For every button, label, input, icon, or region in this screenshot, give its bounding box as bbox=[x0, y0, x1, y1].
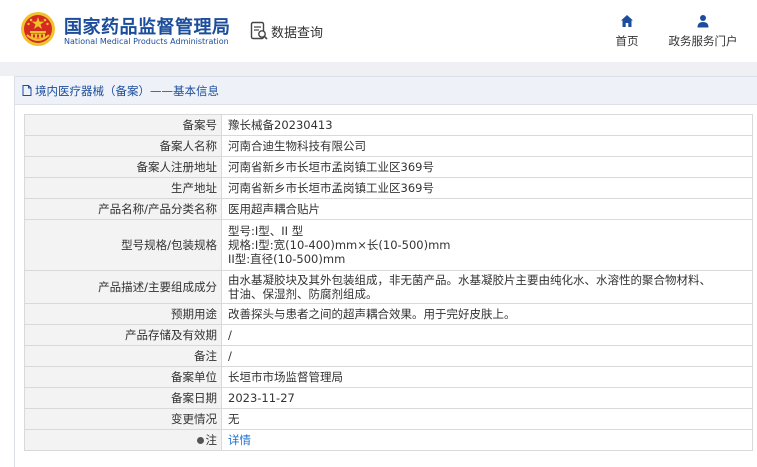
row-label-note: 注 bbox=[24, 429, 222, 451]
model-spec-line: II型:直径(10-500)mm bbox=[228, 252, 346, 266]
table-row: 备案号 豫长械备20230413 bbox=[24, 114, 753, 136]
row-value-description: 由水基凝胶块及其外包装组成，非无菌产品。水基凝胶片主要由纯化水、水溶性的聚合物材… bbox=[221, 270, 753, 304]
site-title: 国家药品监督管理局 bbox=[64, 17, 231, 38]
data-query-link[interactable]: 数据查询 bbox=[250, 20, 323, 42]
row-label-filer-name: 备案人名称 bbox=[24, 135, 222, 157]
row-value-model-spec: 型号:I型、II 型 规格:I型:宽(10-400)mm×长(10-500)mm… bbox=[221, 219, 753, 271]
row-label-changes: 变更情况 bbox=[24, 408, 222, 430]
model-spec-line: 规格:I型:宽(10-400)mm×长(10-500)mm bbox=[228, 238, 451, 252]
row-value-remarks: / bbox=[221, 345, 753, 367]
header-divider bbox=[0, 62, 757, 76]
row-label-product-name: 产品名称/产品分类名称 bbox=[24, 198, 222, 220]
row-value-filer-name: 河南合迪生物科技有限公司 bbox=[221, 135, 753, 157]
row-label-filing-authority: 备案单位 bbox=[24, 366, 222, 388]
row-value-storage-validity: / bbox=[221, 324, 753, 346]
row-value-intended-use: 改善探头与患者之间的超声耦合效果。用于完好皮肤上。 bbox=[221, 303, 753, 325]
site-header: 国家药品监督管理局 National Medical Products Admi… bbox=[0, 0, 757, 62]
model-spec-line: 型号:I型、II 型 bbox=[228, 224, 304, 238]
table-row: 备案人注册地址 河南省新乡市长垣市孟岗镇工业区369号 bbox=[24, 156, 753, 178]
row-label-remarks: 备注 bbox=[24, 345, 222, 367]
description-line: 甘油、保湿剂、防腐剂组成。 bbox=[228, 287, 378, 301]
row-value-record-no: 豫长械备20230413 bbox=[221, 114, 753, 136]
row-value-changes: 无 bbox=[221, 408, 753, 430]
search-document-icon bbox=[250, 21, 268, 40]
table-row: 备案人名称 河南合迪生物科技有限公司 bbox=[24, 135, 753, 157]
nav-gov-portal[interactable]: 政务服务门户 bbox=[664, 14, 742, 49]
dot-icon bbox=[196, 437, 204, 444]
row-value-filing-authority: 长垣市市场监督管理局 bbox=[221, 366, 753, 388]
panel-title-bar: 境内医疗器械（备案）——基本信息 bbox=[15, 77, 757, 105]
table-row: 产品名称/产品分类名称 医用超声耦合贴片 bbox=[24, 198, 753, 220]
data-query-label: 数据查询 bbox=[271, 25, 324, 41]
table-row: 预期用途 改善探头与患者之间的超声耦合效果。用于完好皮肤上。 bbox=[24, 303, 753, 325]
row-label-filing-date: 备案日期 bbox=[24, 387, 222, 409]
table-row: 备案单位 长垣市市场监督管理局 bbox=[24, 366, 753, 388]
table-row: 注 详情 bbox=[24, 429, 753, 451]
nav-home-label: 首页 bbox=[615, 34, 639, 48]
record-table: 备案号 豫长械备20230413 备案人名称 河南合迪生物科技有限公司 备案人注… bbox=[24, 114, 753, 451]
table-row: 产品存储及有效期 / bbox=[24, 324, 753, 346]
row-label-record-no: 备案号 bbox=[24, 114, 222, 136]
details-link[interactable]: 详情 bbox=[228, 433, 251, 447]
row-label-description: 产品描述/主要组成成分 bbox=[24, 270, 222, 304]
note-label: 注 bbox=[205, 433, 218, 447]
description-line: 由水基凝胶块及其外包装组成，非无菌产品。水基凝胶片主要由纯化水、水溶性的聚合物材… bbox=[228, 273, 711, 287]
row-value-registered-address: 河南省新乡市长垣市孟岗镇工业区369号 bbox=[221, 156, 753, 178]
document-icon bbox=[22, 85, 32, 96]
home-icon bbox=[621, 15, 633, 27]
row-label-model-spec: 型号规格/包装规格 bbox=[24, 219, 222, 271]
row-value-note: 详情 bbox=[221, 429, 753, 451]
table-row: 型号规格/包装规格 型号:I型、II 型 规格:I型:宽(10-400)mm×长… bbox=[24, 219, 753, 271]
table-row: 备注 / bbox=[24, 345, 753, 367]
row-label-storage-validity: 产品存储及有效期 bbox=[24, 324, 222, 346]
row-label-intended-use: 预期用途 bbox=[24, 303, 222, 325]
panel-title: 境内医疗器械（备案）——基本信息 bbox=[35, 83, 219, 98]
info-panel: 境内医疗器械（备案）——基本信息 备案号 豫长械备20230413 备案人名称 … bbox=[14, 76, 757, 467]
table-row: 产品描述/主要组成成分 由水基凝胶块及其外包装组成，非无菌产品。水基凝胶片主要由… bbox=[24, 270, 753, 304]
row-label-registered-address: 备案人注册地址 bbox=[24, 156, 222, 178]
row-value-production-address: 河南省新乡市长垣市孟岗镇工业区369号 bbox=[221, 177, 753, 199]
table-row: 生产地址 河南省新乡市长垣市孟岗镇工业区369号 bbox=[24, 177, 753, 199]
site-subtitle: National Medical Products Administration bbox=[64, 37, 229, 46]
nav-gov-portal-label: 政务服务门户 bbox=[668, 34, 738, 48]
nav-home[interactable]: 首页 bbox=[612, 14, 642, 49]
row-value-filing-date: 2023-11-27 bbox=[221, 387, 753, 409]
national-emblem-icon bbox=[21, 12, 55, 46]
table-row: 变更情况 无 bbox=[24, 408, 753, 430]
row-value-product-name: 医用超声耦合贴片 bbox=[221, 198, 753, 220]
row-label-production-address: 生产地址 bbox=[24, 177, 222, 199]
user-icon bbox=[697, 15, 709, 28]
table-row: 备案日期 2023-11-27 bbox=[24, 387, 753, 409]
